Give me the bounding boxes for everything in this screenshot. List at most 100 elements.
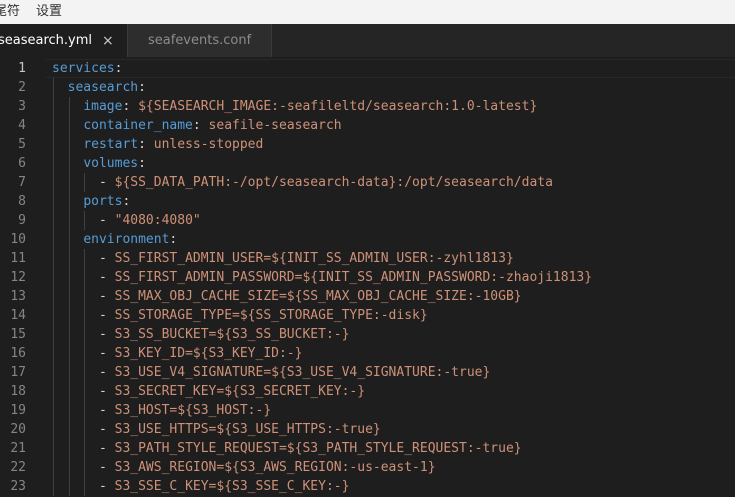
- yaml-value: ${SS_DATA_PATH:-/opt/seasearch-data}:/op…: [114, 175, 553, 190]
- yaml-value: seafile-seasearch: [208, 118, 342, 133]
- line-content: - S3_HOST=${S3_HOST:-}: [52, 401, 271, 420]
- code-line[interactable]: 11 - SS_FIRST_ADMIN_USER=${INIT_SS_ADMIN…: [0, 249, 735, 268]
- yaml-value: ${SEASEARCH_IMAGE:-seafileltd/seasearch:…: [138, 99, 538, 114]
- code-line[interactable]: 16 - S3_KEY_ID=${S3_KEY_ID:-}: [0, 344, 735, 363]
- code-line[interactable]: 6 volumes:: [0, 154, 735, 173]
- yaml-colon: :: [192, 118, 209, 133]
- code-line[interactable]: 17 - S3_USE_V4_SIGNATURE=${S3_USE_V4_SIG…: [0, 363, 735, 382]
- line-content: environment:: [52, 230, 177, 249]
- line-number: 6: [18, 156, 26, 171]
- yaml-colon: :: [122, 99, 139, 114]
- code-line[interactable]: 1 services:: [0, 59, 735, 78]
- yaml-value: S3_SSE_C_KEY=${S3_SSE_C_KEY:-}: [114, 479, 350, 494]
- yaml-colon: :: [138, 137, 154, 152]
- code-line[interactable]: 5 restart: unless-stopped: [0, 135, 735, 154]
- line-content: - S3_USE_V4_SIGNATURE=${S3_USE_V4_SIGNAT…: [52, 363, 490, 382]
- list-dash: -: [98, 327, 115, 342]
- code-line[interactable]: 13 - SS_MAX_OBJ_CACHE_SIZE=${SS_MAX_OBJ_…: [0, 287, 735, 306]
- code-line[interactable]: 8 ports:: [0, 192, 735, 211]
- line-number: 5: [18, 137, 26, 152]
- menu-bar: 尾符 设置: [0, 0, 735, 24]
- yaml-value: S3_SECRET_KEY=${S3_SECRET_KEY:-}: [114, 384, 366, 399]
- yaml-key: image: [83, 99, 123, 114]
- code-line[interactable]: 14 - SS_STORAGE_TYPE=${SS_STORAGE_TYPE:-…: [0, 306, 735, 325]
- line-number: 2: [18, 80, 26, 95]
- line-content: - S3_USE_HTTPS=${S3_USE_HTTPS:-true}: [52, 420, 381, 439]
- yaml-key: services: [52, 61, 115, 76]
- yaml-key: container_name: [83, 118, 193, 133]
- line-number: 20: [10, 422, 26, 437]
- line-number: 19: [10, 403, 26, 418]
- yaml-key: restart: [83, 137, 139, 152]
- line-content: container_name: seafile-seasearch: [52, 116, 342, 135]
- code-line[interactable]: 10 environment:: [0, 230, 735, 249]
- yaml-key: ports: [83, 194, 123, 209]
- line-content: seasearch:: [52, 78, 146, 97]
- code-line[interactable]: 21 - S3_PATH_STYLE_REQUEST=${S3_PATH_STY…: [0, 439, 735, 458]
- line-number: 18: [10, 384, 26, 399]
- code-line[interactable]: 2 seasearch:: [0, 78, 735, 97]
- line-number: 4: [18, 118, 26, 133]
- tab-seasearch-yml[interactable]: seasearch.yml ×: [0, 24, 128, 57]
- line-number: 15: [10, 327, 26, 342]
- menu-item-0[interactable]: 尾符: [0, 3, 28, 21]
- yaml-value: S3_PATH_STYLE_REQUEST=${S3_PATH_STYLE_RE…: [114, 441, 522, 456]
- list-dash: -: [98, 308, 115, 323]
- yaml-key: environment: [83, 232, 170, 247]
- yaml-value: S3_SS_BUCKET=${S3_SS_BUCKET:-}: [114, 327, 350, 342]
- tab-seafevents-conf[interactable]: seafevents.conf: [128, 24, 272, 57]
- code-line[interactable]: 12 - SS_FIRST_ADMIN_PASSWORD=${INIT_SS_A…: [0, 268, 735, 287]
- line-number: 1: [18, 61, 26, 76]
- list-dash: -: [98, 346, 115, 361]
- line-content: - SS_FIRST_ADMIN_USER=${INIT_SS_ADMIN_US…: [52, 249, 514, 268]
- line-content: volumes:: [52, 154, 146, 173]
- list-dash: -: [98, 422, 115, 437]
- line-content: services:: [52, 59, 122, 78]
- yaml-value: SS_FIRST_ADMIN_PASSWORD=${INIT_SS_ADMIN_…: [114, 270, 593, 285]
- code-line[interactable]: 22 - S3_AWS_REGION=${S3_AWS_REGION:-us-e…: [0, 458, 735, 477]
- line-number: 7: [18, 175, 26, 190]
- code-line[interactable]: 20 - S3_USE_HTTPS=${S3_USE_HTTPS:-true}: [0, 420, 735, 439]
- line-content: - S3_SECRET_KEY=${S3_SECRET_KEY:-}: [52, 382, 365, 401]
- yaml-value: S3_HOST=${S3_HOST:-}: [114, 403, 272, 418]
- code-line[interactable]: 4 container_name: seafile-seasearch: [0, 116, 735, 135]
- list-dash: -: [98, 460, 115, 475]
- line-content: - SS_MAX_OBJ_CACHE_SIZE=${SS_MAX_OBJ_CAC…: [52, 287, 522, 306]
- yaml-value: S3_USE_V4_SIGNATURE=${S3_USE_V4_SIGNATUR…: [114, 365, 491, 380]
- close-icon[interactable]: ×: [102, 33, 114, 49]
- line-number: 13: [10, 289, 26, 304]
- line-number: 23: [10, 479, 26, 494]
- line-content: - SS_FIRST_ADMIN_PASSWORD=${INIT_SS_ADMI…: [52, 268, 592, 287]
- line-number: 12: [10, 270, 26, 285]
- editor-tab-bar: seasearch.yml × seafevents.conf: [0, 24, 735, 57]
- list-dash: -: [98, 441, 115, 456]
- code-editor[interactable]: 1 services: 2 seasearch: 3 image: ${SEASEAR…: [0, 57, 735, 497]
- code-line[interactable]: 7 - ${SS_DATA_PATH:-/opt/seasearch-data}…: [0, 173, 735, 192]
- code-line[interactable]: 3 image: ${SEASEARCH_IMAGE:-seafileltd/s…: [0, 97, 735, 116]
- code-line[interactable]: 18 - S3_SECRET_KEY=${S3_SECRET_KEY:-}: [0, 382, 735, 401]
- line-number: 16: [10, 346, 26, 361]
- code-line[interactable]: 23 - S3_SSE_C_KEY=${S3_SSE_C_KEY:-}: [0, 477, 735, 496]
- list-dash: -: [98, 403, 115, 418]
- line-number: 3: [18, 99, 26, 114]
- line-content: - SS_STORAGE_TYPE=${SS_STORAGE_TYPE:-dis…: [52, 306, 428, 325]
- code-line[interactable]: 15 - S3_SS_BUCKET=${S3_SS_BUCKET:-}: [0, 325, 735, 344]
- yaml-value: S3_AWS_REGION=${S3_AWS_REGION:-us-east-1…: [114, 460, 436, 475]
- line-content: - S3_SSE_C_KEY=${S3_SSE_C_KEY:-}: [52, 477, 349, 496]
- code-line[interactable]: 19 - S3_HOST=${S3_HOST:-}: [0, 401, 735, 420]
- line-number: 17: [10, 365, 26, 380]
- menu-item-settings[interactable]: 设置: [28, 3, 70, 21]
- yaml-colon: :: [138, 156, 146, 171]
- line-content: - ${SS_DATA_PATH:-/opt/seasearch-data}:/…: [52, 173, 553, 192]
- code-line[interactable]: 9 - "4080:4080": [0, 211, 735, 230]
